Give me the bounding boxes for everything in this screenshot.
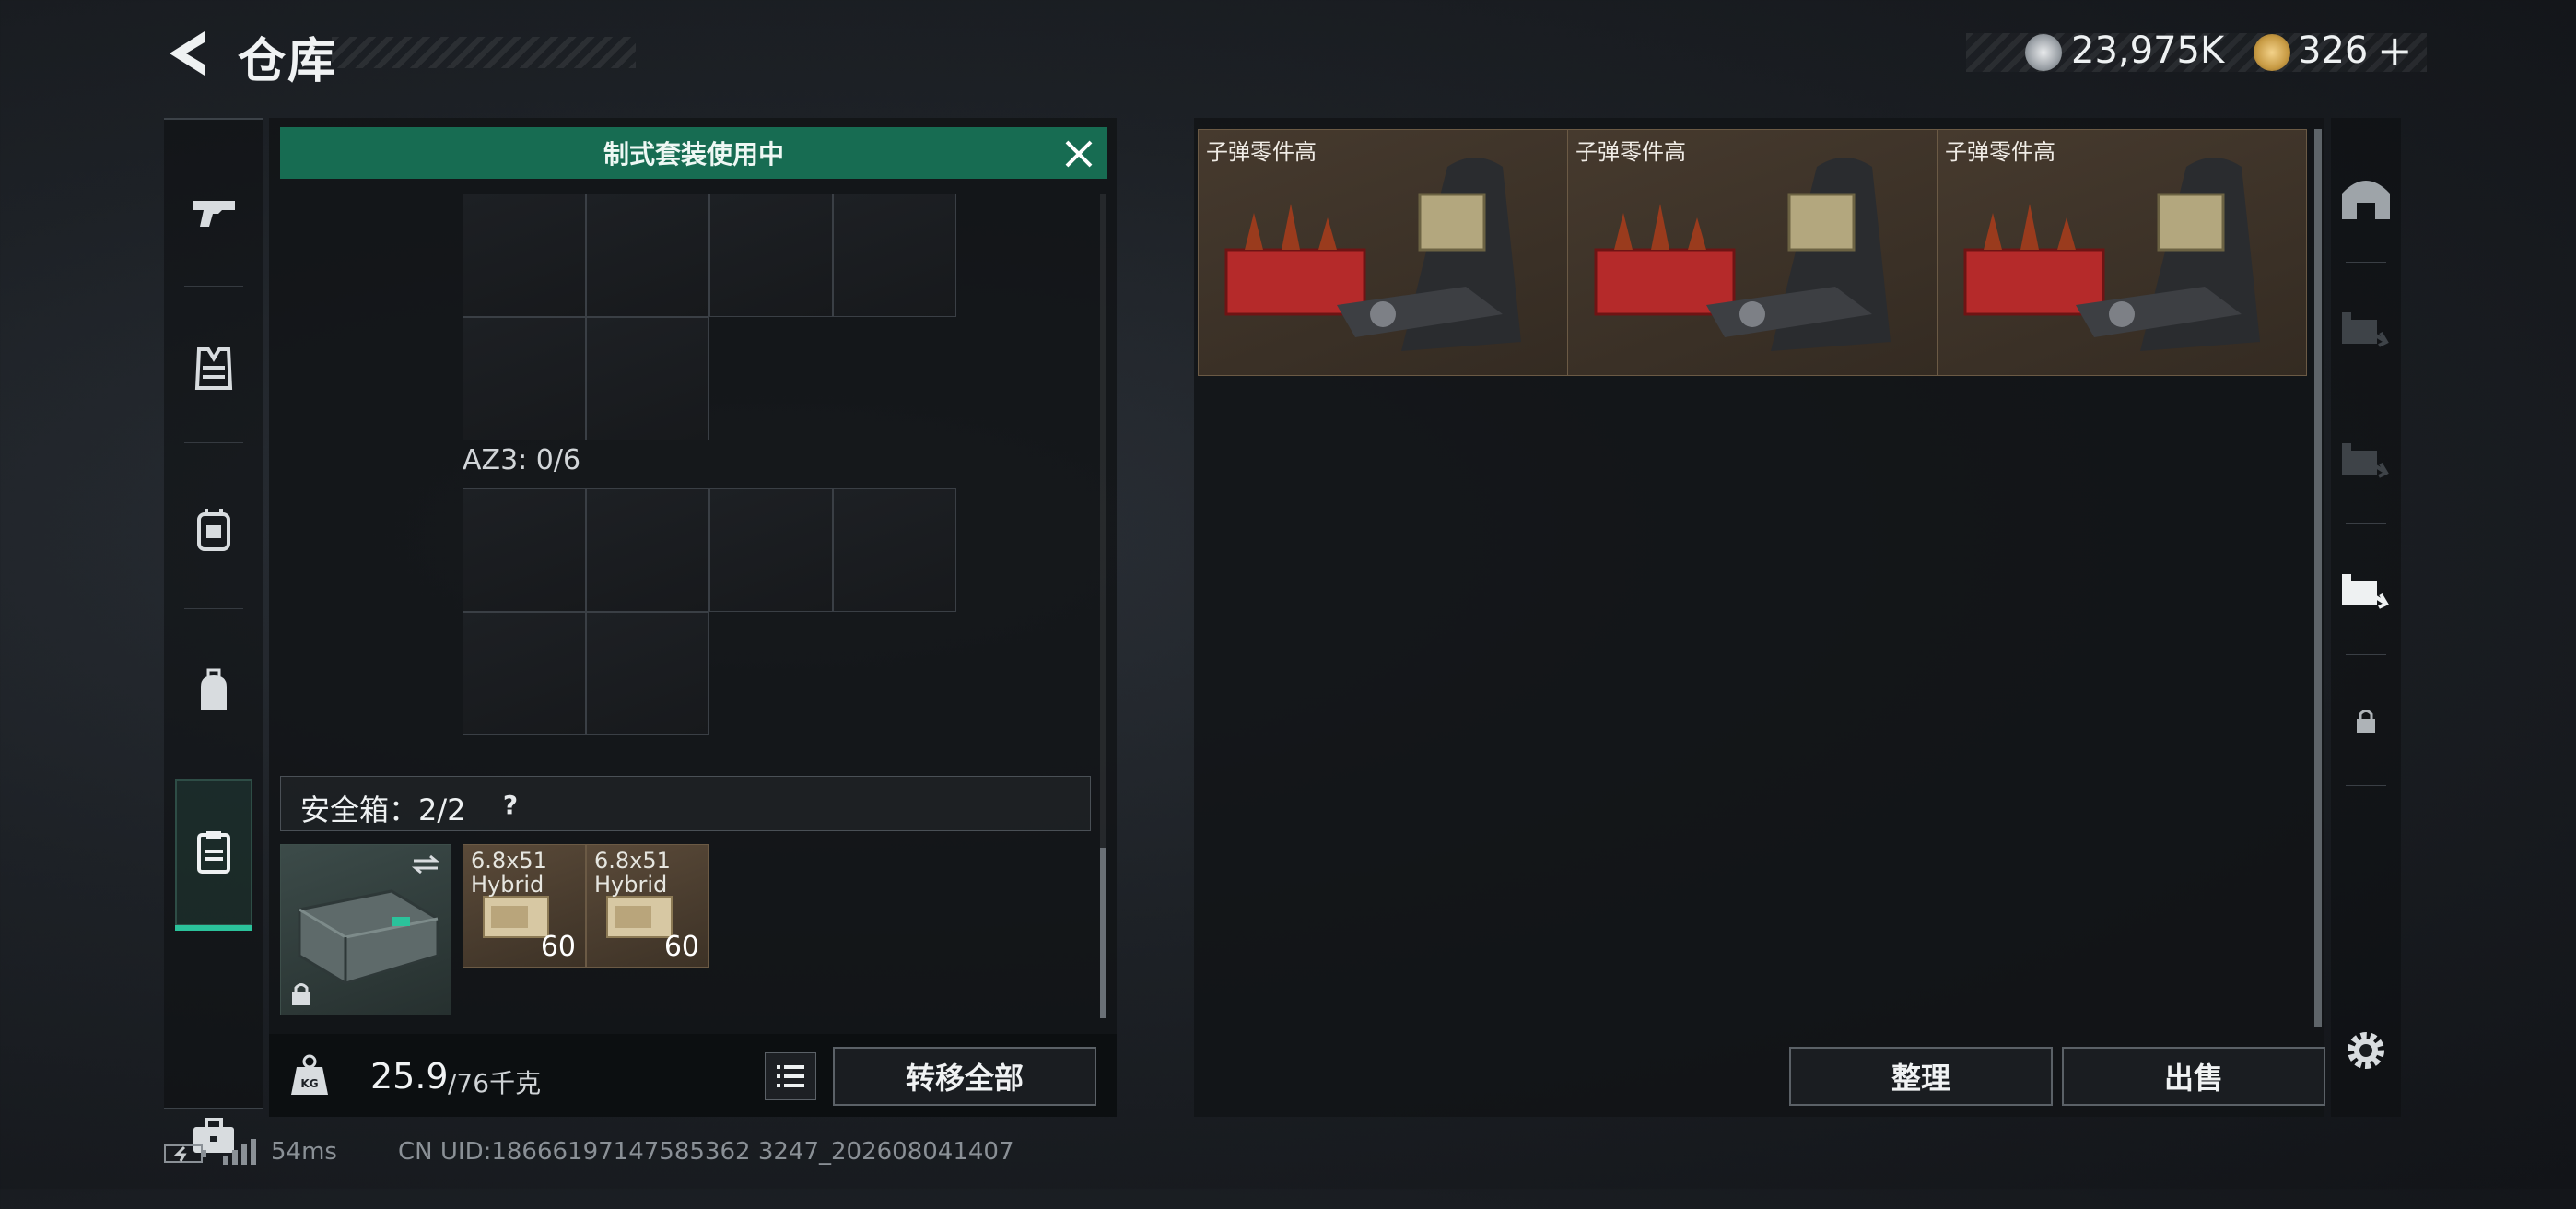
category-armor[interactable] [164,295,263,442]
storage-b-icon [2342,443,2389,478]
ammo-count: 60 [540,931,576,963]
stash-tab-main[interactable] [2331,133,2401,262]
rig-slot[interactable] [586,194,709,317]
category-weapons[interactable] [164,138,263,286]
stash-item[interactable]: 子弹零件高 [1937,129,2307,376]
svg-text:KG: KG [300,1077,318,1090]
stash-item-label: 子弹零件高 [1206,139,1317,165]
az3-slot[interactable] [586,612,709,735]
stash-tab-2[interactable] [2331,264,2401,393]
az3-slot[interactable] [586,488,709,612]
sort-button[interactable]: 整理 [1789,1047,2053,1106]
clipboard-icon [197,831,230,874]
az3-slot[interactable] [833,488,956,612]
category-secure-case[interactable] [175,779,252,926]
stash-item-label: 子弹零件高 [1945,139,2055,165]
ammo-count: 60 [663,931,699,963]
ammo-caliber: 6.8x51 [594,848,671,874]
pistol-icon [193,201,235,227]
add-currency-button[interactable]: + [2377,26,2413,76]
rig-slot[interactable] [586,317,709,440]
ammo-item[interactable]: 6.8x51 Hybrid 60 [586,844,709,968]
rig-slot[interactable] [709,194,833,317]
list-icon [777,1065,804,1087]
sell-button[interactable]: 出售 [2062,1047,2325,1106]
category-chest-rig[interactable] [164,456,263,604]
ping-label: 54ms [271,1138,337,1166]
safe-box-label: 安全箱：2/2 [300,792,466,828]
stash-tab-locked[interactable] [2331,656,2401,785]
close-icon[interactable] [1060,135,1098,173]
az3-slot[interactable] [463,488,586,612]
page-title: 仓库 [238,34,338,89]
az3-capacity-label: AZ3: 0/6 [463,444,581,476]
ammo-caliber: 6.8x51 [471,848,547,874]
rig-slot[interactable] [463,317,586,440]
bunker-icon [2342,181,2390,219]
vest-icon [194,347,233,390]
az3-slot[interactable] [709,488,833,612]
preset-banner: 制式套装使用中 [280,127,1107,179]
stash-tab-3[interactable] [2331,394,2401,523]
weight-max: /76千克 [448,1068,542,1098]
back-button[interactable] [164,28,210,79]
category-tools[interactable] [164,1062,263,1209]
category-backpack[interactable] [164,617,263,765]
weight-current: 25.9 [370,1056,449,1097]
bullet-parts-crate-image [1963,158,2260,351]
rig-slot[interactable] [463,194,586,317]
stash-item-label: 子弹零件高 [1575,139,1686,165]
help-button[interactable]: ? [494,789,527,822]
gold-coin-icon [2254,34,2290,71]
swap-icon[interactable] [412,854,439,874]
signal-icon [223,1139,256,1165]
stash-scrollbar[interactable] [2314,129,2322,1027]
title-decoration [332,37,636,68]
ammo-type: Hybrid [471,872,544,898]
bullet-parts-crate-image [1224,158,1521,351]
active-category-indicator [175,925,252,931]
stash-tab-4[interactable] [2331,525,2401,654]
gold-currency: 326 [2298,29,2369,72]
stash-item[interactable]: 子弹零件高 [1198,129,1568,376]
category-sidebar [164,118,263,1153]
bullet-parts-crate-image [1594,158,1891,351]
az3-slot[interactable] [463,612,586,735]
secure-case-item[interactable] [280,844,451,1015]
ammo-type: Hybrid [594,872,668,898]
storage-c-icon [2342,574,2389,609]
rig-slot[interactable] [833,194,956,317]
transfer-all-button[interactable]: 转移全部 [833,1047,1096,1106]
rig-icon [197,509,230,551]
ammo-item[interactable]: 6.8x51 Hybrid 60 [463,844,586,968]
settings-gear-icon[interactable] [2340,1025,2392,1076]
uid-label: CN UID:18666197147585362 3247_2026080414… [398,1138,1014,1166]
lock-icon [292,983,310,1005]
stash-item[interactable]: 子弹零件高 [1567,129,1938,376]
loadout-scroll-thumb[interactable] [1100,848,1106,1018]
silver-coin-icon [2025,34,2062,71]
silver-currency: 23,975K [2071,29,2225,72]
backpack-icon [201,668,227,710]
list-view-button[interactable] [765,1052,816,1100]
lock-icon [2357,710,2375,733]
battery-icon [164,1144,206,1163]
storage-a-icon [2342,312,2389,347]
weight-icon[interactable]: KG [289,1052,330,1098]
